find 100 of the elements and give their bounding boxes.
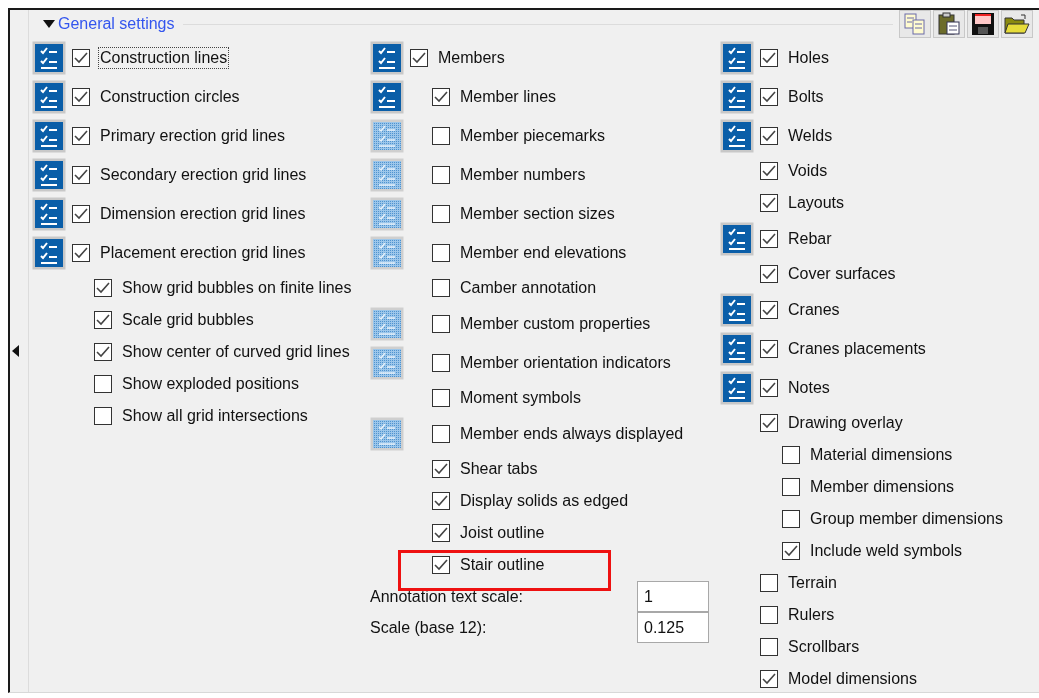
filter-list-icon[interactable]: [32, 79, 66, 114]
checkbox[interactable]: [94, 407, 112, 425]
checkbox[interactable]: [72, 48, 90, 67]
checkbox-label[interactable]: Members: [437, 47, 506, 68]
checkbox-label[interactable]: Include weld symbols: [809, 541, 964, 561]
checkbox-label[interactable]: Model dimensions: [787, 669, 918, 689]
filter-list-icon[interactable]: [370, 196, 404, 231]
checkbox[interactable]: [432, 243, 450, 262]
checkbox[interactable]: [782, 478, 800, 496]
checkbox-label[interactable]: Member end elevations: [459, 242, 628, 263]
checkbox[interactable]: [432, 204, 450, 223]
checkbox[interactable]: [760, 87, 778, 106]
checkbox-label[interactable]: Moment symbols: [459, 388, 582, 408]
checkbox[interactable]: [432, 389, 450, 407]
checkbox-label[interactable]: Member section sizes: [459, 203, 616, 224]
save-button[interactable]: [967, 10, 999, 38]
number-input[interactable]: 0.125: [637, 612, 709, 643]
checkbox-label[interactable]: Group member dimensions: [809, 509, 1004, 529]
checkbox-label[interactable]: Member custom properties: [459, 313, 652, 334]
checkbox-label[interactable]: Scrollbars: [787, 637, 861, 657]
checkbox-label[interactable]: Material dimensions: [809, 445, 954, 465]
checkbox[interactable]: [760, 574, 778, 592]
checkbox-label[interactable]: Show all grid intersections: [121, 406, 309, 426]
checkbox-label[interactable]: Welds: [787, 125, 834, 146]
checkbox-label[interactable]: Camber annotation: [459, 278, 598, 298]
checkbox-label[interactable]: Member ends always displayed: [459, 423, 685, 444]
checkbox[interactable]: [432, 126, 450, 145]
checkbox[interactable]: [432, 524, 450, 542]
checkbox-label[interactable]: Cranes: [787, 299, 841, 320]
filter-list-icon[interactable]: [32, 196, 66, 231]
checkbox-label[interactable]: Member numbers: [459, 164, 587, 185]
checkbox-label[interactable]: Member lines: [459, 86, 558, 107]
checkbox-label[interactable]: Notes: [787, 377, 831, 398]
checkbox[interactable]: [432, 353, 450, 372]
checkbox[interactable]: [760, 265, 778, 283]
section-toggle[interactable]: General settings: [41, 15, 177, 33]
checkbox[interactable]: [432, 492, 450, 510]
filter-list-icon[interactable]: [32, 157, 66, 192]
filter-list-icon[interactable]: [32, 40, 66, 75]
checkbox-label[interactable]: Stair outline: [459, 555, 546, 575]
checkbox[interactable]: [760, 670, 778, 688]
filter-list-icon[interactable]: [370, 345, 404, 380]
checkbox[interactable]: [782, 510, 800, 528]
checkbox-label[interactable]: Show grid bubbles on finite lines: [121, 278, 353, 298]
filter-list-icon[interactable]: [370, 40, 404, 75]
checkbox-label[interactable]: Joist outline: [459, 523, 546, 543]
checkbox[interactable]: [760, 229, 778, 248]
checkbox-label[interactable]: Dimension erection grid lines: [99, 203, 307, 224]
filter-list-icon[interactable]: [370, 306, 404, 341]
checkbox-label[interactable]: Drawing overlay: [787, 413, 904, 433]
filter-list-icon[interactable]: [370, 157, 404, 192]
checkbox[interactable]: [432, 314, 450, 333]
checkbox-label[interactable]: Show center of curved grid lines: [121, 342, 351, 362]
checkbox-label[interactable]: Cover surfaces: [787, 264, 897, 284]
checkbox-label[interactable]: Member piecemarks: [459, 125, 606, 146]
checkbox-label[interactable]: Scale grid bubbles: [121, 310, 255, 330]
checkbox[interactable]: [760, 606, 778, 624]
filter-list-icon[interactable]: [720, 79, 754, 114]
checkbox-label[interactable]: Show exploded positions: [121, 374, 300, 394]
checkbox-label[interactable]: Voids: [787, 161, 829, 181]
filter-list-icon[interactable]: [720, 221, 754, 256]
checkbox-label[interactable]: Placement erection grid lines: [99, 242, 307, 263]
checkbox[interactable]: [760, 638, 778, 656]
filter-list-icon[interactable]: [720, 331, 754, 366]
checkbox[interactable]: [432, 165, 450, 184]
checkbox[interactable]: [94, 343, 112, 361]
checkbox-label[interactable]: Construction circles: [99, 86, 241, 107]
checkbox[interactable]: [760, 300, 778, 319]
filter-list-icon[interactable]: [720, 40, 754, 75]
checkbox-label[interactable]: Terrain: [787, 573, 838, 593]
checkbox-label[interactable]: Member orientation indicators: [459, 352, 672, 373]
checkbox[interactable]: [72, 204, 90, 223]
filter-list-icon[interactable]: [720, 118, 754, 153]
checkbox[interactable]: [72, 165, 90, 184]
checkbox[interactable]: [782, 446, 800, 464]
checkbox[interactable]: [760, 48, 778, 67]
checkbox-label[interactable]: Rebar: [787, 228, 833, 249]
checkbox-label[interactable]: Primary erection grid lines: [99, 125, 286, 146]
checkbox[interactable]: [432, 556, 450, 574]
checkbox-label[interactable]: Construction lines: [99, 47, 229, 68]
filter-list-icon[interactable]: [720, 292, 754, 327]
checkbox[interactable]: [432, 87, 450, 106]
filter-list-icon[interactable]: [370, 235, 404, 270]
paste-button[interactable]: [933, 10, 965, 38]
checkbox[interactable]: [72, 126, 90, 145]
checkbox-label[interactable]: Rulers: [787, 605, 836, 625]
checkbox-label[interactable]: Holes: [787, 47, 830, 68]
checkbox[interactable]: [432, 424, 450, 443]
checkbox[interactable]: [72, 243, 90, 262]
checkbox[interactable]: [432, 279, 450, 297]
open-button[interactable]: [1001, 10, 1033, 38]
checkbox-label[interactable]: Bolts: [787, 86, 825, 107]
checkbox[interactable]: [72, 87, 90, 106]
checkbox[interactable]: [94, 279, 112, 297]
checkbox-label[interactable]: Display solids as edged: [459, 491, 630, 511]
filter-list-icon[interactable]: [32, 118, 66, 153]
checkbox[interactable]: [94, 375, 112, 393]
checkbox-label[interactable]: Layouts: [787, 193, 846, 213]
filter-list-icon[interactable]: [32, 235, 66, 270]
checkbox[interactable]: [782, 542, 800, 560]
